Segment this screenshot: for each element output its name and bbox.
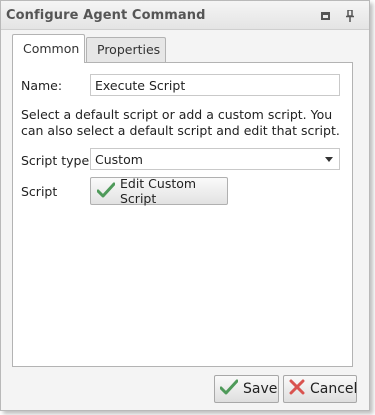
- check-icon: [96, 182, 116, 201]
- check-icon: [219, 379, 239, 399]
- pin-icon[interactable]: [344, 10, 356, 22]
- chevron-down-icon[interactable]: [325, 157, 333, 162]
- configure-agent-command-dialog: Configure Agent Command Common Propertie…: [0, 0, 370, 411]
- script-type-label: Script type: [21, 153, 90, 168]
- tab-properties[interactable]: Properties: [86, 37, 166, 62]
- dialog-title: Configure Agent Command: [6, 8, 206, 23]
- script-label: Script: [21, 184, 58, 199]
- cancel-label: Cancel: [310, 381, 358, 397]
- edit-custom-script-button[interactable]: Edit Custom Script: [90, 176, 228, 206]
- name-label: Name:: [21, 78, 63, 93]
- script-type-select[interactable]: Custom: [90, 148, 340, 170]
- script-type-value: Custom: [95, 152, 143, 167]
- common-tab-panel: Name: Select a default script or add a c…: [12, 62, 353, 367]
- restore-icon[interactable]: [319, 10, 331, 22]
- script-info-text: Select a default script or add a custom …: [21, 107, 340, 138]
- cancel-button[interactable]: Cancel: [283, 375, 357, 403]
- save-label: Save: [243, 381, 278, 397]
- dialog-titlebar[interactable]: Configure Agent Command: [1, 1, 369, 30]
- tab-common[interactable]: Common: [12, 34, 85, 63]
- edit-custom-script-label: Edit Custom Script: [120, 176, 197, 206]
- save-button[interactable]: Save: [214, 375, 279, 403]
- name-input[interactable]: [90, 74, 340, 96]
- close-icon: [289, 379, 305, 399]
